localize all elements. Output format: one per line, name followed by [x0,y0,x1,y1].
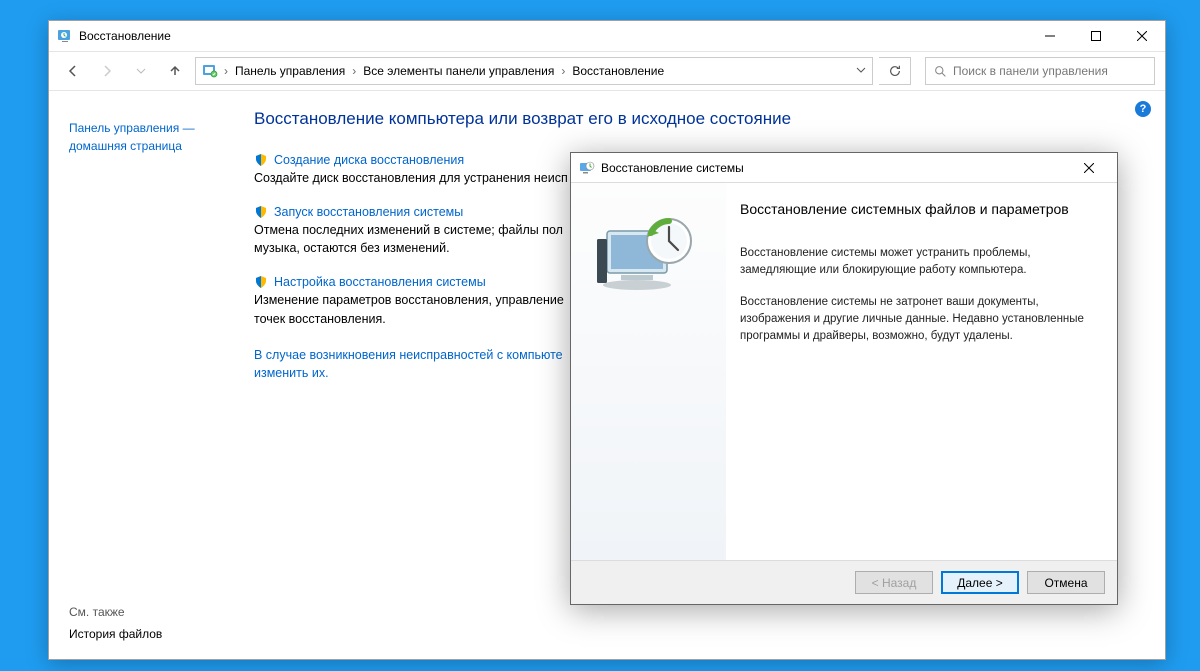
chevron-right-icon: › [224,64,228,78]
cancel-button[interactable]: Отмена [1027,571,1105,594]
create-recovery-drive-link[interactable]: Создание диска восстановления [274,153,464,167]
minimize-button[interactable] [1027,21,1073,51]
dialog-sidebar-graphic [571,183,726,560]
nav-recent-dropdown[interactable] [127,57,155,85]
navbar: › Панель управления › Все элементы панел… [49,51,1165,91]
address-bar[interactable]: › Панель управления › Все элементы панел… [195,57,873,85]
system-restore-dialog: Восстановление системы Восстановление си… [570,152,1118,605]
shield-icon [254,205,268,219]
dialog-titlebar: Восстановление системы [571,153,1117,183]
search-placeholder: Поиск в панели управления [953,64,1108,78]
maximize-button[interactable] [1073,21,1119,51]
address-dropdown-button[interactable] [856,64,866,78]
chevron-right-icon: › [561,64,565,78]
dialog-paragraph-2: Восстановление системы не затронет ваши … [740,294,1097,344]
dialog-title: Восстановление системы [601,161,744,175]
dialog-close-button[interactable] [1069,154,1109,182]
system-restore-icon [579,160,595,176]
nav-up-button[interactable] [161,57,189,85]
computer-restore-icon [589,203,709,313]
recovery-icon [57,28,73,44]
open-system-restore-link[interactable]: Запуск восстановления системы [274,205,463,219]
file-history-link[interactable]: История файлов [69,627,162,641]
next-button[interactable]: Далее > [941,571,1019,594]
dialog-footer: < Назад Далее > Отмена [571,560,1117,604]
breadcrumb-all[interactable]: Все элементы панели управления [360,62,557,80]
back-button[interactable]: < Назад [855,571,933,594]
search-icon [934,65,947,78]
breadcrumb-root[interactable]: Панель управления [232,62,348,80]
control-panel-icon [202,63,218,79]
shield-icon [254,275,268,289]
page-heading: Восстановление компьютера или возврат ег… [254,109,1141,129]
help-icon[interactable]: ? [1135,101,1151,117]
shield-icon [254,153,268,167]
refresh-button[interactable] [879,57,911,85]
titlebar: Восстановление [49,21,1165,51]
sidebar-cp-home-link[interactable]: Панель управления — домашняя страница [69,119,242,155]
chevron-right-icon: › [352,64,356,78]
nav-back-button[interactable] [59,57,87,85]
dialog-heading: Восстановление системных файлов и параме… [740,201,1097,217]
configure-system-restore-link[interactable]: Настройка восстановления системы [274,275,486,289]
sidebar: Панель управления — домашняя страница См… [49,91,254,659]
window-title: Восстановление [79,29,171,43]
close-button[interactable] [1119,21,1165,51]
breadcrumb-current[interactable]: Восстановление [569,62,667,80]
search-input[interactable]: Поиск в панели управления [925,57,1155,85]
see-also-label: См. также [69,605,125,619]
dialog-paragraph-1: Восстановление системы может устранить п… [740,245,1097,278]
nav-forward-button[interactable] [93,57,121,85]
